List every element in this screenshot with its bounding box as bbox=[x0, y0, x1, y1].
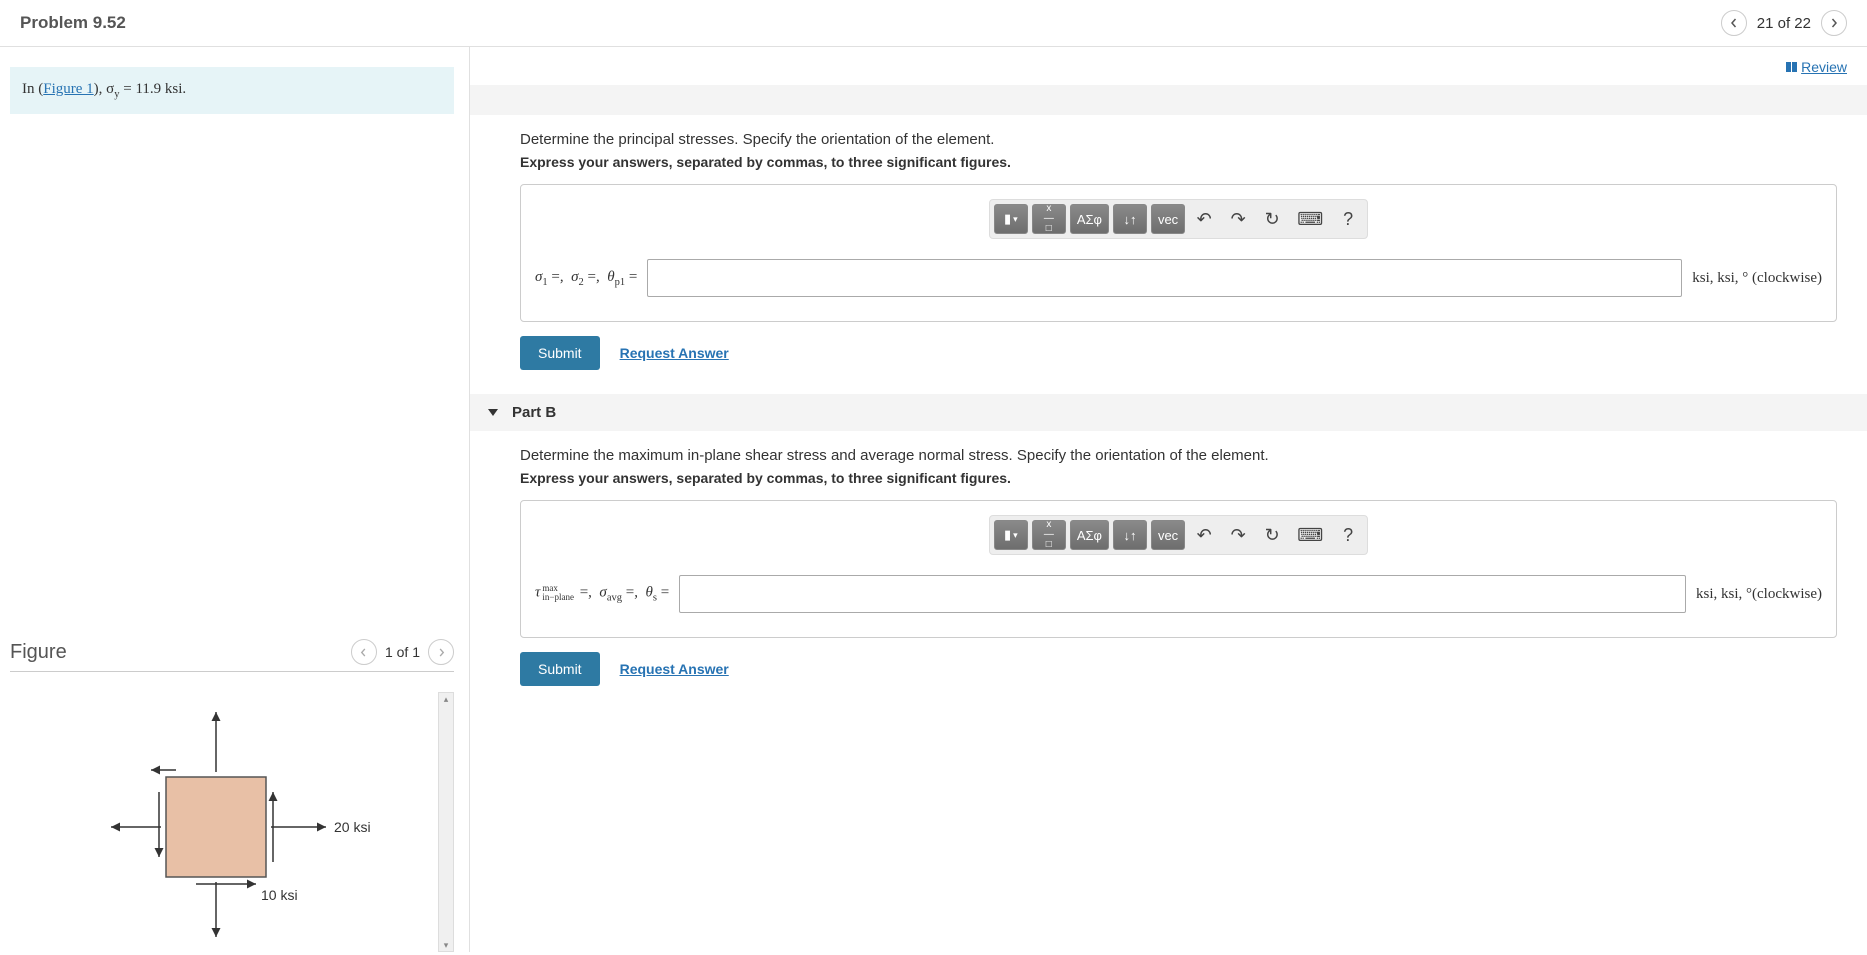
problem-position: 21 of 22 bbox=[1757, 15, 1811, 32]
figure-label-20: 20 ksi bbox=[334, 819, 371, 835]
equation-toolbar-a: ▮▾ x―□ ΑΣφ ↓↑ vec ↶ ↷ ↻ ⌨ ? bbox=[989, 199, 1368, 239]
problem-title: Problem 9.52 bbox=[20, 13, 126, 33]
greek-button[interactable]: ΑΣφ bbox=[1070, 520, 1109, 550]
part-a-submit-button[interactable]: Submit bbox=[520, 336, 600, 370]
vec-button[interactable]: vec bbox=[1151, 204, 1185, 234]
part-b-instruct: Express your answers, separated by comma… bbox=[520, 470, 1837, 486]
undo-button[interactable]: ↶ bbox=[1189, 520, 1219, 550]
greek-button[interactable]: ΑΣφ bbox=[1070, 204, 1109, 234]
templates-button[interactable]: ▮▾ bbox=[994, 520, 1028, 550]
part-b-units: ksi, ksi, °(clockwise) bbox=[1696, 586, 1822, 603]
redo-button[interactable]: ↷ bbox=[1223, 520, 1253, 550]
figure-image: 20 ksi 10 ksi bbox=[10, 692, 432, 952]
figure-prev-button[interactable] bbox=[351, 639, 377, 665]
part-a-request-answer-link[interactable]: Request Answer bbox=[620, 345, 729, 361]
scroll-down-icon[interactable]: ▾ bbox=[441, 939, 451, 951]
review-icon bbox=[1786, 62, 1797, 72]
collapse-caret-icon bbox=[488, 409, 498, 416]
part-a-answer-box: ▮▾ x―□ ΑΣφ ↓↑ vec ↶ ↷ ↻ ⌨ ? σ1 =, σ2 =, … bbox=[520, 184, 1837, 322]
part-b-request-answer-link[interactable]: Request Answer bbox=[620, 661, 729, 677]
figure-pager: 1 of 1 bbox=[351, 639, 454, 665]
reset-button[interactable]: ↻ bbox=[1257, 204, 1287, 234]
figure-next-button[interactable] bbox=[428, 639, 454, 665]
next-problem-button[interactable] bbox=[1821, 10, 1847, 36]
subsup-button[interactable]: ↓↑ bbox=[1113, 520, 1147, 550]
figure-title: Figure bbox=[10, 641, 67, 664]
scroll-up-icon[interactable]: ▴ bbox=[441, 693, 451, 705]
chevron-left-icon bbox=[359, 648, 368, 657]
figure-link[interactable]: Figure 1 bbox=[43, 81, 93, 97]
part-a: Determine the principal stresses. Specif… bbox=[470, 115, 1867, 394]
reset-button[interactable]: ↻ bbox=[1257, 520, 1287, 550]
part-a-prompt: Determine the principal stresses. Specif… bbox=[520, 131, 1837, 148]
part-a-input[interactable] bbox=[647, 259, 1682, 297]
part-b-submit-button[interactable]: Submit bbox=[520, 652, 600, 686]
help-button[interactable]: ? bbox=[1333, 204, 1363, 234]
chevron-right-icon bbox=[437, 648, 446, 657]
chevron-right-icon bbox=[1829, 18, 1839, 28]
part-b-var-label: τmaxin−plane =, σavg =, θs = bbox=[535, 584, 669, 603]
templates-button[interactable]: ▮▾ bbox=[994, 204, 1028, 234]
left-pane: In (Figure 1), σy = 11.9 ksi. Figure 1 o… bbox=[0, 47, 470, 952]
part-b-title: Part B bbox=[512, 404, 556, 421]
part-a-units: ksi, ksi, ° (clockwise) bbox=[1692, 270, 1822, 287]
part-b: Determine the maximum in-plane shear str… bbox=[470, 431, 1867, 710]
right-pane: Review Determine the principal stresses.… bbox=[470, 47, 1867, 952]
vec-button[interactable]: vec bbox=[1151, 520, 1185, 550]
subsup-button[interactable]: ↓↑ bbox=[1113, 204, 1147, 234]
part-a-bar bbox=[470, 85, 1867, 115]
help-button[interactable]: ? bbox=[1333, 520, 1363, 550]
figure-section: Figure 1 of 1 bbox=[10, 639, 454, 952]
part-b-prompt: Determine the maximum in-plane shear str… bbox=[520, 447, 1837, 464]
part-b-header[interactable]: Part B bbox=[470, 394, 1867, 431]
undo-button[interactable]: ↶ bbox=[1189, 204, 1219, 234]
review-link[interactable]: Review bbox=[1786, 59, 1847, 75]
problem-nav: 21 of 22 bbox=[1721, 10, 1847, 36]
part-a-instruct: Express your answers, separated by comma… bbox=[520, 154, 1837, 170]
prev-problem-button[interactable] bbox=[1721, 10, 1747, 36]
chevron-left-icon bbox=[1729, 18, 1739, 28]
page-header: Problem 9.52 21 of 22 bbox=[0, 0, 1867, 47]
part-b-answer-box: ▮▾ x―□ ΑΣφ ↓↑ vec ↶ ↷ ↻ ⌨ ? τmaxin−plane… bbox=[520, 500, 1837, 638]
fraction-button[interactable]: x―□ bbox=[1032, 520, 1066, 550]
given-info: In (Figure 1), σy = 11.9 ksi. bbox=[10, 67, 454, 114]
part-a-var-label: σ1 =, σ2 =, θp1 = bbox=[535, 269, 637, 288]
figure-scrollbar[interactable]: ▴ ▾ bbox=[438, 692, 454, 952]
equation-toolbar-b: ▮▾ x―□ ΑΣφ ↓↑ vec ↶ ↷ ↻ ⌨ ? bbox=[989, 515, 1368, 555]
fraction-button[interactable]: x―□ bbox=[1032, 204, 1066, 234]
keyboard-button[interactable]: ⌨ bbox=[1291, 204, 1329, 234]
part-b-input[interactable] bbox=[679, 575, 1686, 613]
redo-button[interactable]: ↷ bbox=[1223, 204, 1253, 234]
figure-label-10: 10 ksi bbox=[261, 887, 298, 903]
keyboard-button[interactable]: ⌨ bbox=[1291, 520, 1329, 550]
